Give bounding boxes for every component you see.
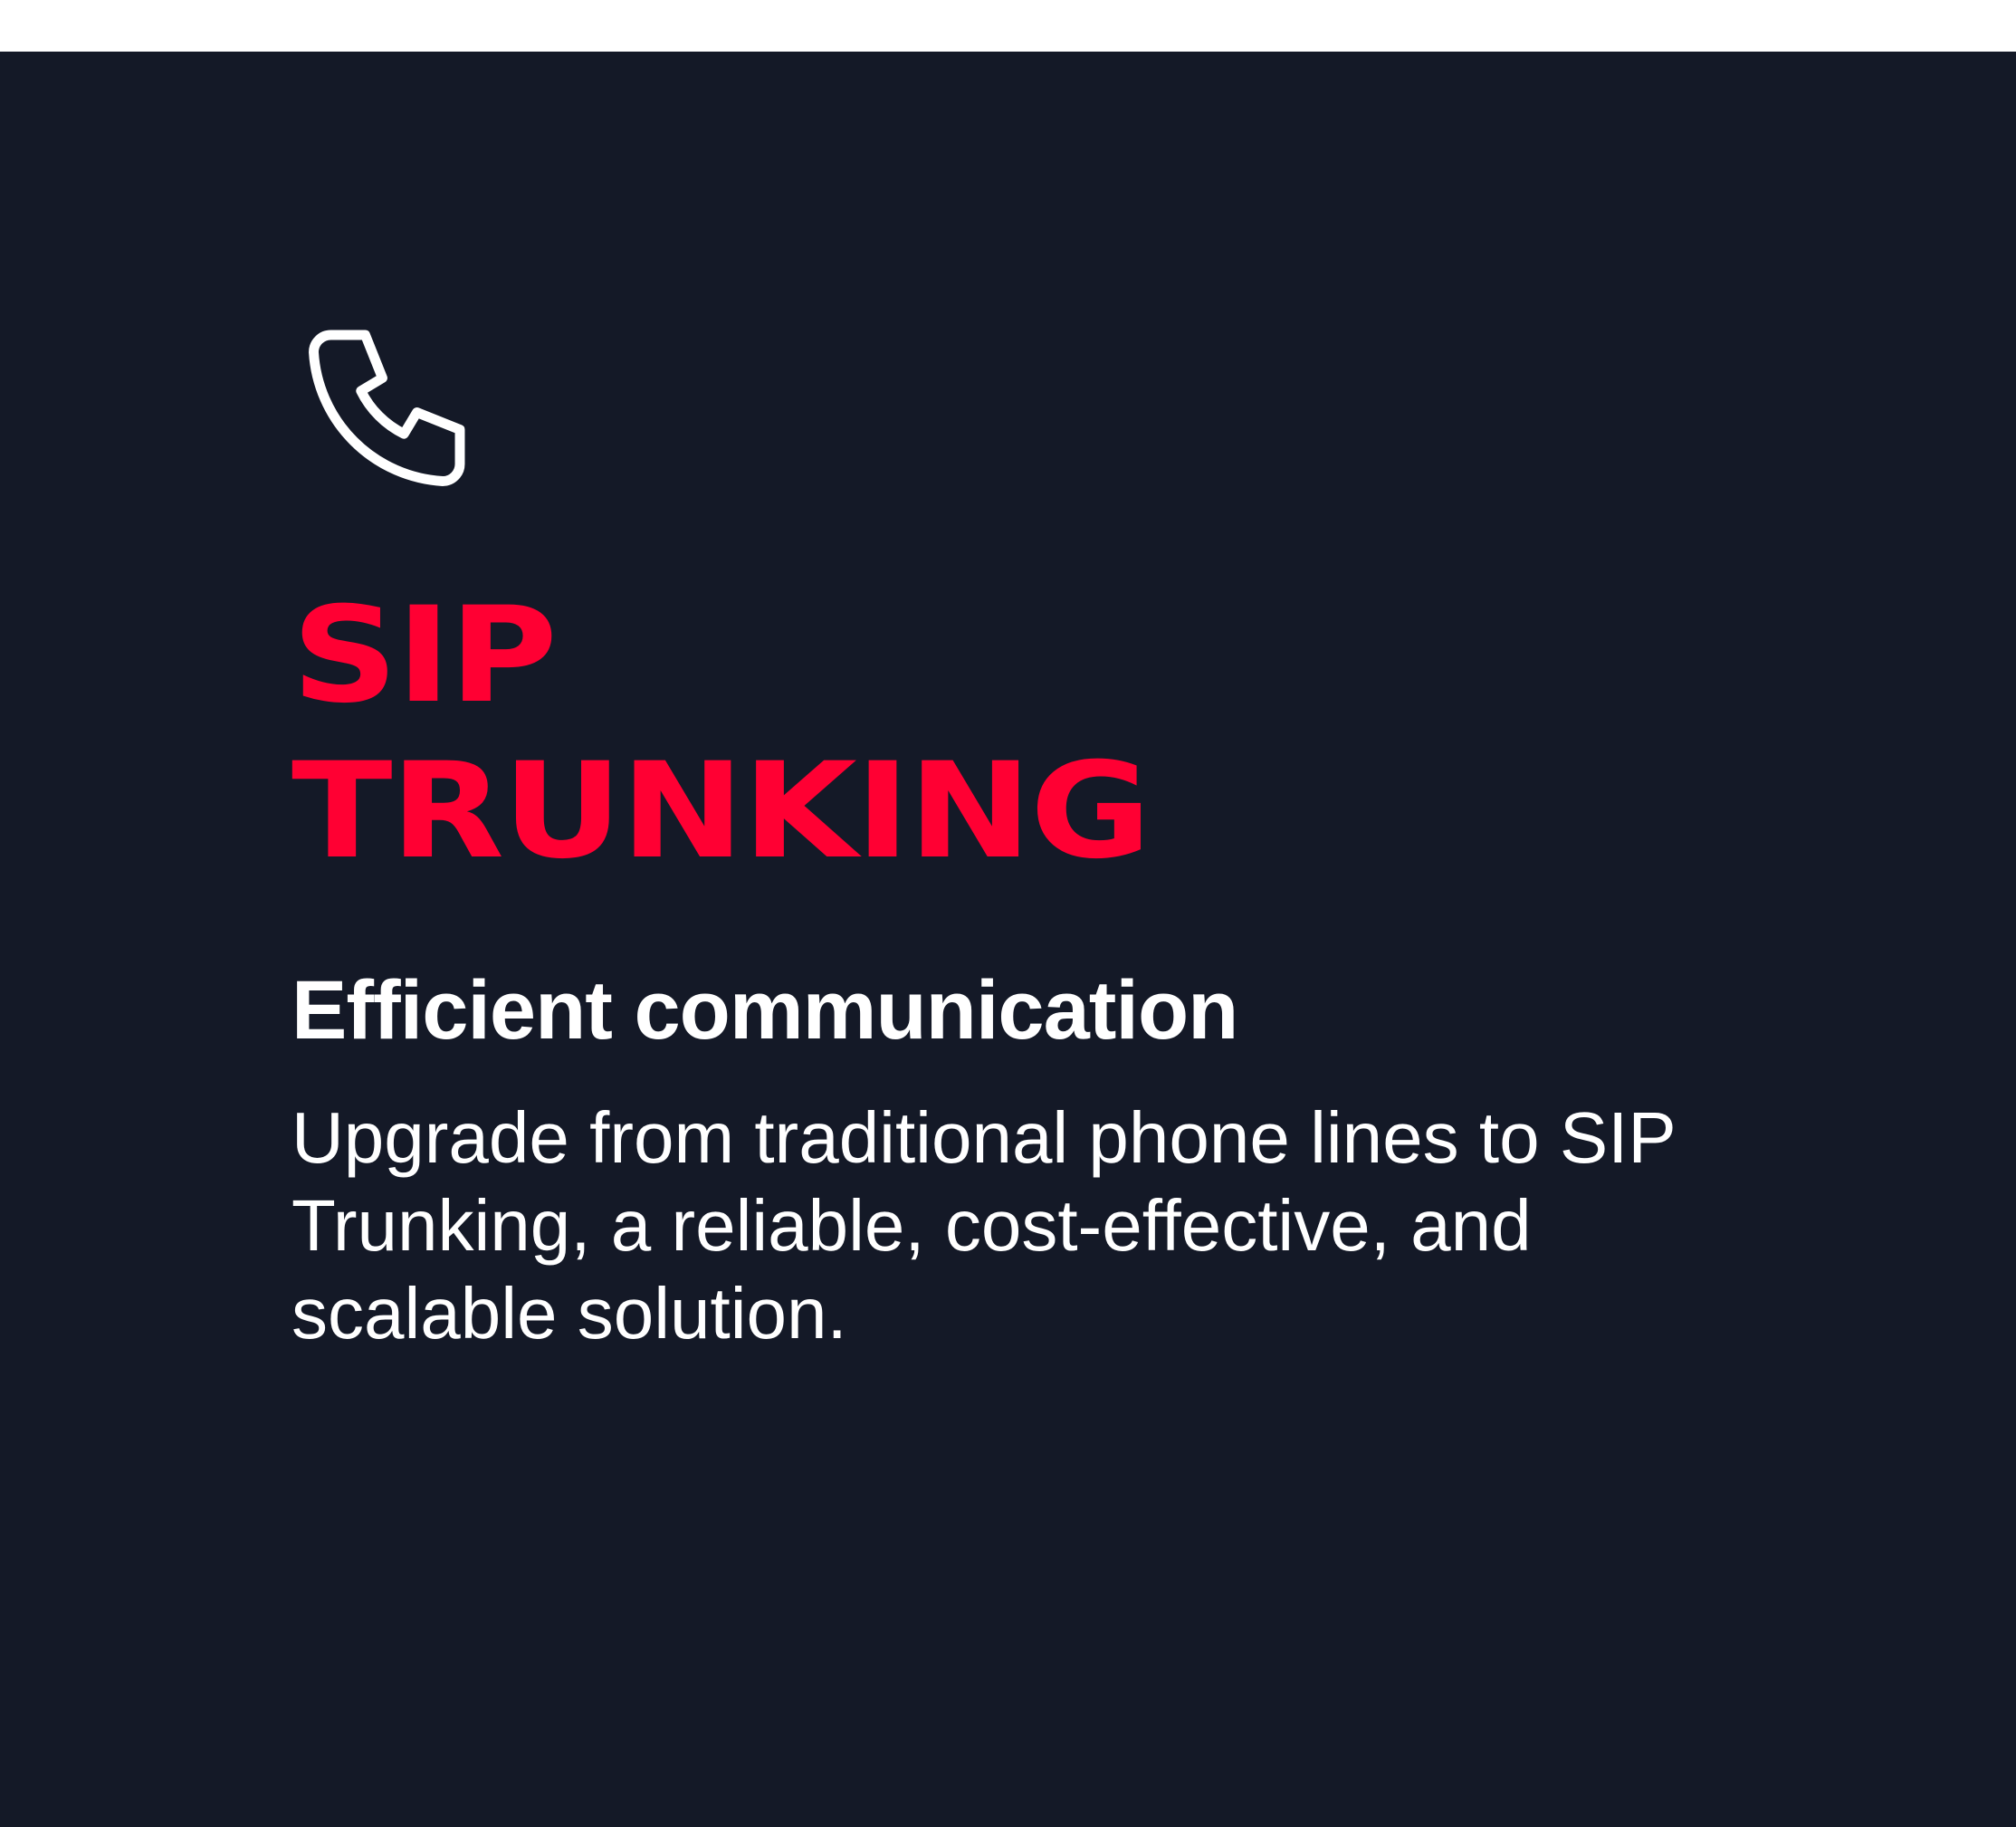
top-strip: [0, 0, 2016, 52]
subtitle: Efficient communication: [291, 964, 1238, 1057]
title-line-2: TRUNKING: [291, 734, 1151, 888]
description: Upgrade from traditional phone lines to …: [291, 1097, 1676, 1354]
page-title: SIP TRUNKING: [291, 578, 1508, 889]
title-line-1: SIP: [291, 579, 558, 732]
phone-icon: [309, 330, 465, 486]
feature-content: SIP TRUNKING Efficient communication Upg…: [291, 301, 1740, 1357]
feature-card: SIP TRUNKING Efficient communication Upg…: [0, 52, 2016, 1827]
